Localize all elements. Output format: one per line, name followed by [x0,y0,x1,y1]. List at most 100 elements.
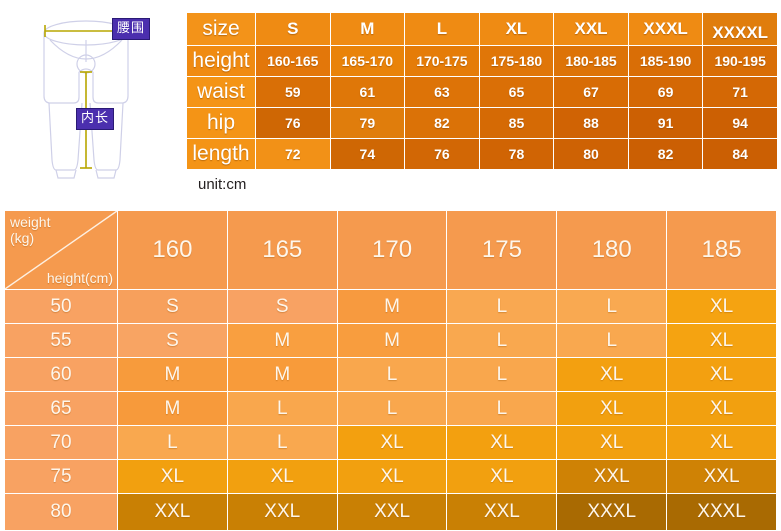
size-spec-cell: 71 [702,76,778,108]
fit-table-size-cell: XXL [226,493,338,531]
size-spec-row: waist 59 61 63 65 67 69 71 [186,76,778,108]
size-column-header: M [329,12,406,46]
fit-table-size-cell: S [117,289,228,324]
fit-table-size-cell: XL [666,357,777,392]
size-spec-cell: 84 [702,138,778,170]
fit-table-row: 80 XXL XXL XXL XXL XXXL XXXL [4,493,777,531]
size-spec-table-body: size S M L XL XXL XXXL XXXXL height 160-165 165-17… [186,12,778,170]
fit-table-size-cell: XL [556,391,668,426]
fit-table-size-cell: M [226,323,338,358]
size-spec-cell: 65 [478,76,555,108]
size-spec-cell: 190-195 [702,45,778,77]
fit-table-row: 50 S S M L L XL [4,289,777,324]
fit-table-height-header: 160 [117,210,228,290]
size-spec-row-label: height [186,45,256,77]
fit-table-size-cell: M [336,323,448,358]
size-spec-cell: 180-185 [553,45,629,77]
size-spec-cell: 74 [329,138,406,170]
size-spec-cell: 175-180 [478,45,555,77]
size-spec-row: length 72 74 76 78 80 82 84 [186,138,778,170]
fit-table-row: 65 M L L L XL XL [4,391,777,426]
fit-table-size-cell: L [336,357,448,392]
size-spec-cell: 61 [329,76,406,108]
fit-table-size-cell: XL [666,289,777,324]
fit-table-size-cell: L [446,357,558,392]
size-spec-row: hip 76 79 82 85 88 91 94 [186,107,778,139]
size-spec-cell: 91 [627,107,704,139]
size-column-header: XXXXL [702,12,778,46]
size-spec-row-label: size [186,12,256,46]
size-spec-row-label: hip [186,107,256,139]
fit-table-size-cell: S [117,323,228,358]
size-spec-row-label: length [186,138,256,170]
fit-table-size-cell: M [117,391,228,426]
fit-table-size-cell: XL [666,425,777,460]
corner-height-label: height(cm) [46,270,113,286]
size-spec-cell: 59 [255,76,331,108]
size-column-header: XL [478,12,555,46]
fit-table-weight-header: 70 [4,425,118,460]
fit-table-size-cell: XL [666,391,777,426]
fit-table-weight-header: 80 [4,493,118,531]
size-column-header: XXL [553,12,629,46]
size-spec-cell: 185-190 [627,45,704,77]
fit-table-size-cell: XXL [117,493,228,531]
size-spec-row: height 160-165 165-170 170-175 175-180 180-18… [186,45,778,77]
fit-table-height-header: 175 [446,210,558,290]
fit-table-weight-header: 75 [4,459,118,494]
fit-table-height-header: 185 [666,210,777,290]
fit-table-row: 75 XL XL XL XL XXL XXL [4,459,777,494]
size-spec-cell: 170-175 [404,45,480,77]
fit-table-size-cell: XL [446,425,558,460]
fit-table-weight-header: 50 [4,289,118,324]
size-column-header: L [404,12,480,46]
size-spec-row-label: waist [186,76,256,108]
corner-weight-label: weight (kg) [10,214,51,246]
fit-table-header-row: weight (kg) height(cm) 160 165 170 175 180 185 [4,210,777,290]
size-spec-cell: 67 [553,76,629,108]
size-spec-cell: 72 [255,138,331,170]
fit-table-corner-cell: weight (kg) height(cm) [4,210,118,290]
fit-table-size-cell: XXL [556,459,668,494]
fit-table-size-cell: S [226,289,338,324]
size-spec-cell: 165-170 [329,45,406,77]
fit-table-size-cell: XL [336,425,448,460]
fit-table-size-cell: XL [117,459,228,494]
fit-table-row: 60 M M L L XL XL [4,357,777,392]
fit-table-size-cell: M [117,357,228,392]
size-spec-cell: 85 [478,107,555,139]
size-recommendation-table-body: weight (kg) height(cm) 160 165 170 175 180 185 50… [4,210,777,531]
fit-table-size-cell: XXL [446,493,558,531]
fit-table-size-cell: M [336,289,448,324]
size-spec-cell: 82 [627,138,704,170]
fit-table-size-cell: M [226,357,338,392]
measurement-diagram: 腰围 内长 [0,0,185,200]
pants-illustration [43,20,141,179]
fit-table-size-cell: L [446,391,558,426]
waist-label: 腰围 [112,18,151,40]
size-spec-cell: 94 [702,107,778,139]
fit-table-row: 70 L L XL XL XL XL [4,425,777,460]
fit-table-height-header: 170 [336,210,448,290]
size-spec-row: size S M L XL XXL XXXL XXXXL [186,12,778,46]
fit-table-row: 55 S M M L L XL [4,323,777,358]
size-spec-cell: 76 [404,138,480,170]
fit-table-size-cell: XXL [336,493,448,531]
fit-table-size-cell: XL [666,323,777,358]
fit-table-size-cell: XL [336,459,448,494]
inseam-label: 内长 [76,108,115,130]
size-spec-cell: 79 [329,107,406,139]
size-spec-cell: 82 [404,107,480,139]
fit-table-size-cell: XL [556,425,668,460]
size-spec-cell: 78 [478,138,555,170]
fit-table-height-header: 165 [226,210,338,290]
size-spec-cell: 160-165 [255,45,331,77]
size-spec-cell: 88 [553,107,629,139]
fit-table-size-cell: XL [446,459,558,494]
fit-table-size-cell: L [226,391,338,426]
unit-note: unit:cm [198,176,247,193]
fit-table-size-cell: XXXL [666,493,777,531]
fit-table-size-cell: XL [226,459,338,494]
fit-table-size-cell: L [446,289,558,324]
size-recommendation-table: weight (kg) height(cm) 160 165 170 175 180 185 50… [4,210,777,531]
